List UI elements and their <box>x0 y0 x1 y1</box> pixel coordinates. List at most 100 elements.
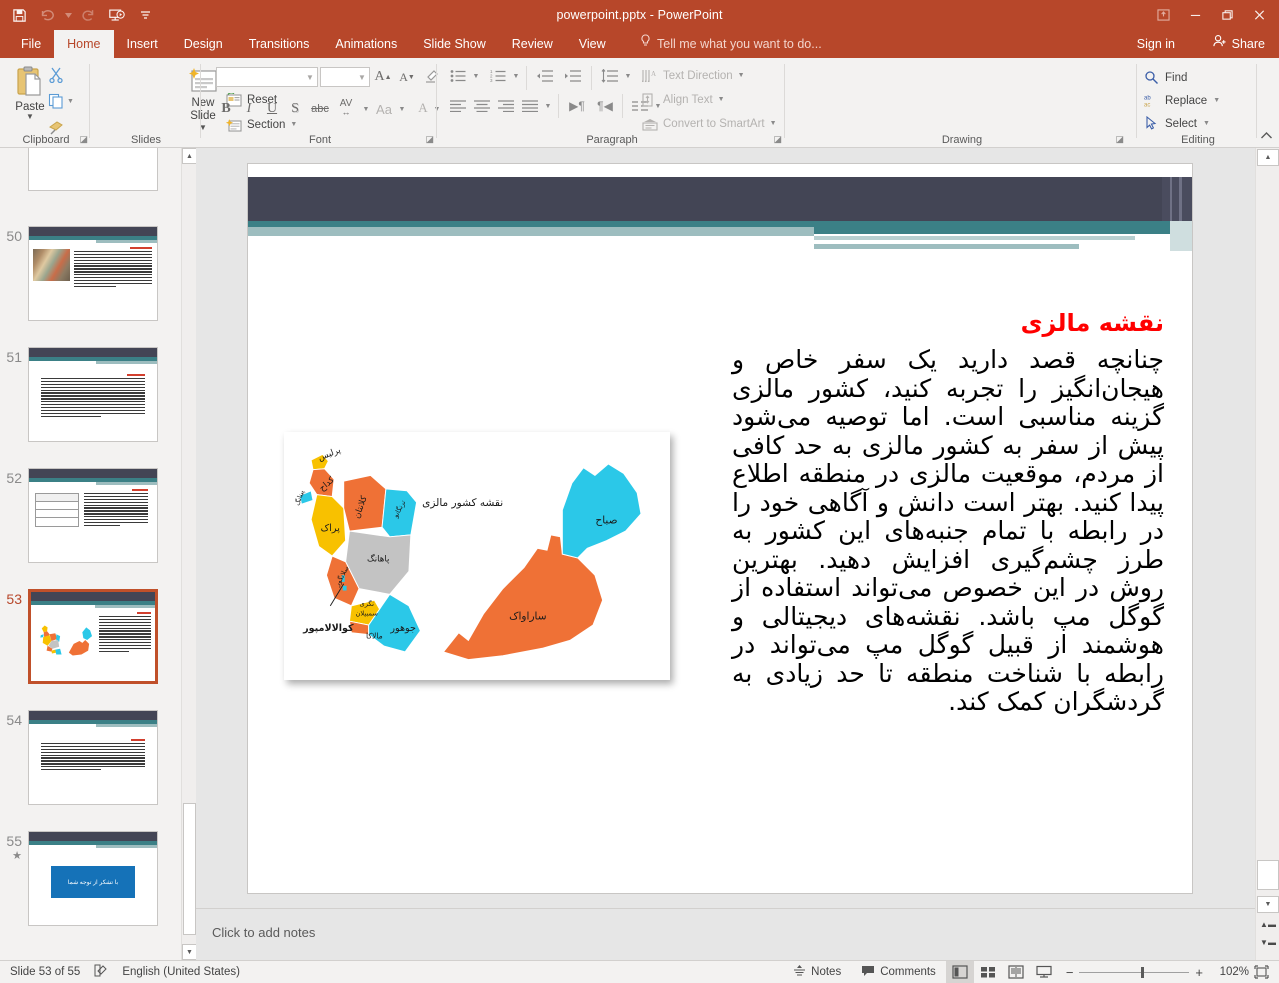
strikethrough-button[interactable]: abc <box>308 99 332 119</box>
share-button[interactable]: Share <box>1204 30 1273 58</box>
align-right-button[interactable] <box>494 96 518 116</box>
justify-button[interactable] <box>518 96 542 116</box>
font-color-button[interactable]: A <box>414 97 432 119</box>
thumbnails-scroll-thumb[interactable] <box>183 803 196 935</box>
thumbnail-slide[interactable] <box>28 226 158 321</box>
align-dropdown-icon[interactable]: ▼ <box>542 96 554 116</box>
character-spacing-dropdown-icon[interactable]: ▼ <box>360 99 372 119</box>
thumbnails-scroll-down-icon[interactable]: ▼ <box>182 944 197 960</box>
collapse-ribbon-button[interactable] <box>1260 131 1273 144</box>
text-direction-dropdown-icon[interactable]: ▼ <box>738 72 745 79</box>
thumbnail-55[interactable]: 55 ★ با تشکر از توجه شما <box>0 831 181 926</box>
tell-me-search[interactable]: Tell me what you want to do... <box>640 30 822 58</box>
replace-dropdown-icon[interactable]: ▼ <box>1213 97 1220 104</box>
copy-button[interactable]: ▼ <box>46 88 86 114</box>
line-spacing-dropdown-icon[interactable]: ▼ <box>622 66 634 86</box>
malaysia-map-image[interactable]: پرلیس کداح پینانگ پراک کلانتان ترنگانو پ… <box>284 432 670 680</box>
tab-review[interactable]: Review <box>499 30 566 58</box>
slide-scroll-up-icon[interactable]: ▲ <box>1257 149 1279 166</box>
line-spacing-button[interactable] <box>598 66 622 86</box>
character-spacing-button[interactable]: AV ↔ <box>333 97 359 119</box>
decrease-font-size-button[interactable]: A ▼ <box>396 67 418 87</box>
rtl-direction-button[interactable]: ¶◀ <box>592 96 618 116</box>
slide-counter[interactable]: Slide 53 of 55 <box>10 966 80 978</box>
sign-in-button[interactable]: Sign in <box>1137 30 1175 58</box>
cut-button[interactable] <box>46 62 86 88</box>
thumbnail-50[interactable]: 50 <box>0 226 181 321</box>
paragraph-dialog-launcher[interactable]: ◪ <box>773 134 782 145</box>
align-text-button[interactable]: Align Text ▼ <box>642 89 792 110</box>
tab-file[interactable]: File <box>8 30 54 58</box>
thumbnail-53[interactable]: 53 <box>0 589 181 684</box>
notes-placeholder[interactable]: Click to add notes <box>212 925 315 940</box>
tab-insert[interactable]: Insert <box>114 30 171 58</box>
thumbnails-scrollbar[interactable]: ▲ ▼ <box>181 148 197 960</box>
thumbnail-51[interactable]: 51 <box>0 347 181 442</box>
bold-button[interactable]: B <box>216 99 236 119</box>
comments-button[interactable]: Comments <box>851 961 946 983</box>
numbering-dropdown-icon[interactable]: ▼ <box>510 66 522 86</box>
tab-design[interactable]: Design <box>171 30 236 58</box>
text-shadow-button[interactable]: S <box>285 99 305 119</box>
restore-icon[interactable] <box>1211 2 1243 28</box>
thumbnail-slide[interactable] <box>28 468 158 563</box>
zoom-in-button[interactable]: + <box>1195 965 1203 980</box>
font-size-input[interactable]: ▼ <box>320 67 370 87</box>
slide-title-text[interactable]: نقشه مالزی <box>1021 309 1164 337</box>
select-button[interactable]: Select ▼ <box>1144 112 1220 135</box>
font-dialog-launcher[interactable]: ◪ <box>425 134 434 145</box>
previous-slide-icon[interactable]: ▲▬ <box>1257 916 1279 933</box>
tab-home[interactable]: Home <box>54 30 114 58</box>
font-name-input[interactable]: ▼ <box>216 67 318 87</box>
notes-pane[interactable]: Click to add notes <box>196 908 1255 960</box>
align-text-dropdown-icon[interactable]: ▼ <box>718 96 725 103</box>
tab-slide-show[interactable]: Slide Show <box>410 30 499 58</box>
tab-transitions[interactable]: Transitions <box>236 30 323 58</box>
close-icon[interactable] <box>1243 2 1275 28</box>
underline-button[interactable]: U <box>262 99 282 119</box>
notes-button[interactable]: Notes <box>783 961 851 983</box>
increase-font-size-button[interactable]: A ▲ <box>372 67 394 87</box>
language-indicator[interactable]: English (United States) <box>122 966 240 978</box>
zoom-track[interactable] <box>1079 966 1190 978</box>
thumbnail-52[interactable]: 52 <box>0 468 181 563</box>
slide-sorter-icon[interactable] <box>974 961 1002 983</box>
slide-thumbnails-pane[interactable]: 49 50 <box>0 148 181 960</box>
thumbnail-slide[interactable] <box>28 710 158 805</box>
increase-indent-button[interactable] <box>560 66 586 86</box>
font-name-dropdown-icon[interactable]: ▼ <box>303 73 317 82</box>
decrease-indent-button[interactable] <box>532 66 558 86</box>
italic-button[interactable]: I <box>239 99 259 119</box>
tab-animations[interactable]: Animations <box>322 30 410 58</box>
bullets-button[interactable] <box>446 66 470 86</box>
thumbnails-scroll-up-icon[interactable]: ▲ <box>182 148 197 164</box>
replace-button[interactable]: ab ac Replace ▼ <box>1144 89 1220 112</box>
numbering-button[interactable]: 123 <box>486 66 510 86</box>
find-button[interactable]: Find <box>1144 66 1220 89</box>
thumbnail-slide[interactable] <box>28 347 158 442</box>
align-left-button[interactable] <box>446 96 470 116</box>
bullets-dropdown-icon[interactable]: ▼ <box>470 66 482 86</box>
thumbnail-54[interactable]: 54 <box>0 710 181 805</box>
select-dropdown-icon[interactable]: ▼ <box>1203 120 1210 127</box>
normal-view-icon[interactable] <box>945 960 974 983</box>
fit-slide-icon[interactable] <box>1249 965 1273 979</box>
zoom-slider[interactable]: − + <box>1058 965 1211 980</box>
minimize-icon[interactable] <box>1179 2 1211 28</box>
zoom-knob[interactable] <box>1141 966 1145 978</box>
zoom-level[interactable]: 102% <box>1211 966 1249 978</box>
ribbon-display-options-icon[interactable] <box>1147 2 1179 28</box>
change-case-button[interactable]: Aa <box>372 99 396 119</box>
proofing-icon[interactable] <box>94 964 108 980</box>
thumbnail-slide-selected[interactable] <box>28 589 158 684</box>
tab-view[interactable]: View <box>566 30 619 58</box>
next-slide-icon[interactable]: ▼▬ <box>1257 934 1279 951</box>
copy-dropdown-icon[interactable]: ▼ <box>67 98 74 105</box>
thumbnail-49[interactable]: 49 <box>0 148 181 191</box>
clipboard-dialog-launcher[interactable]: ◪ <box>79 134 88 145</box>
change-case-dropdown-icon[interactable]: ▼ <box>396 99 408 119</box>
text-direction-button[interactable]: A Text Direction ▼ <box>642 65 792 86</box>
align-center-button[interactable] <box>470 96 494 116</box>
drawing-dialog-launcher[interactable]: ◪ <box>1115 134 1124 145</box>
font-size-dropdown-icon[interactable]: ▼ <box>355 73 369 82</box>
